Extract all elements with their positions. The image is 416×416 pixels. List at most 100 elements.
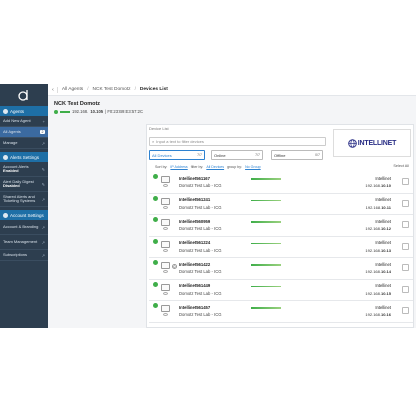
device-status — [152, 217, 159, 222]
device-ip-prefix: 192.168. — [365, 312, 381, 317]
agent-title: NCK Test Domotz — [54, 101, 101, 107]
device-name[interactable]: Intellinet560959 — [179, 219, 210, 224]
sidebar-item-team-management[interactable]: Team Management ↗ — [0, 235, 48, 250]
select-all-toggle[interactable]: Select All — [393, 164, 409, 168]
device-row[interactable]: 0 Intellinet561422 Domotz Test Lab - ICG… — [149, 258, 413, 280]
device-name[interactable]: Intellinet561457 — [179, 305, 210, 310]
device-ip-suffix: 10.10 — [380, 183, 391, 188]
sort-by-link[interactable]: IP Address — [170, 165, 187, 169]
group-by-link[interactable]: No Group — [245, 165, 261, 169]
breadcrumb-separator: / — [87, 87, 89, 92]
sidebar-item-subscriptions[interactable]: Subscriptions ↗ — [0, 250, 48, 261]
device-name[interactable]: Intellinet561241 — [179, 197, 210, 202]
breadcrumb: ‹ All Agents / NCK Test Domotz / Devices… — [48, 84, 416, 96]
device-name[interactable]: Intellinet561167 — [179, 176, 210, 181]
agents-icon — [3, 108, 8, 114]
device-filter-input[interactable]: ⌕ Input a text to filter devices — [149, 137, 326, 146]
domotz-logo[interactable] — [0, 84, 48, 106]
device-vendor: Intellinet — [375, 261, 391, 267]
breadcrumb-all-agents[interactable]: All Agents — [62, 87, 83, 92]
device-vendor: Intellinet — [375, 175, 391, 181]
device-row[interactable]: Intellinet561241 Domotz Test Lab - ICG I… — [149, 193, 413, 215]
signal-bar — [251, 242, 281, 249]
sidebar-item-all-agents[interactable]: All Agents 2 — [0, 127, 48, 138]
filter-by-link[interactable]: All Devices — [206, 165, 224, 169]
device-row[interactable]: Intellinet561457 Domotz Test Lab - ICG I… — [149, 301, 413, 323]
device-select-checkbox[interactable] — [402, 221, 409, 228]
signal-bar — [251, 285, 281, 292]
agents-count-badge: 2 — [40, 130, 45, 134]
device-name[interactable]: Intellinet561449 — [179, 283, 210, 288]
external-link-icon: ↗ — [41, 140, 45, 146]
sidebar-item-label: Shared Alerts and Ticketing Systems — [3, 193, 36, 203]
offline-label: Offline — [274, 152, 286, 158]
device-select-checkbox[interactable] — [402, 307, 409, 314]
online-status-icon — [153, 260, 158, 265]
device-vendor: Intellinet — [375, 240, 391, 245]
device-base-icon — [163, 184, 168, 187]
offline-select[interactable]: Offline 0/7 — [271, 150, 323, 160]
device-type-icon — [161, 262, 170, 269]
device-row[interactable]: Intellinet561167 Domotz Test Lab - ICG I… — [149, 172, 413, 194]
online-status-icon — [153, 303, 158, 308]
agent-network-info: 192.168. 10.105 | F0:23:B9:E3:57:2C — [54, 109, 143, 114]
filter-placeholder: Input a text to filter devices — [156, 139, 204, 144]
device-row[interactable]: Intellinet560959 Domotz Test Lab - ICG I… — [149, 215, 413, 237]
device-status — [152, 195, 159, 201]
sidebar-item-manage[interactable]: Manage ↗ — [0, 138, 48, 149]
device-type-icon — [161, 176, 170, 183]
sidebar-item-label: Team Management — [3, 238, 38, 244]
plus-icon: + — [42, 118, 45, 124]
device-select-checkbox[interactable] — [402, 242, 409, 250]
device-base-icon — [163, 313, 168, 316]
sidebar-item-alert-digest[interactable]: Alert Daily Digest Disabled ✎ — [0, 177, 48, 192]
device-select-checkbox[interactable] — [402, 285, 409, 293]
brand-logo: INTELLINET — [333, 129, 411, 157]
alerts-section-label: Alerts Settings — [10, 154, 40, 160]
device-site: Domotz Test Lab - ICG — [179, 290, 222, 296]
device-row[interactable]: Intellinet561224 Domotz Test Lab - ICG I… — [149, 236, 413, 258]
signal-bar — [251, 220, 281, 227]
external-link-icon: ↗ — [41, 239, 45, 245]
signal-bar — [251, 263, 281, 270]
device-list-title: Device List — [149, 126, 169, 131]
device-ip-suffix: 10.12 — [380, 226, 391, 231]
device-base-icon — [163, 227, 168, 230]
sidebar-item-shared-alerts[interactable]: Shared Alerts and Ticketing Systems ↗ — [0, 192, 48, 207]
signal-line — [251, 221, 281, 223]
agents-section-label: Agents — [10, 108, 25, 114]
device-ip-prefix: 192.168. — [365, 183, 381, 188]
agent-ip-prefix: 192.168. — [72, 109, 89, 114]
device-row[interactable]: Intellinet561449 Domotz Test Lab - ICG I… — [149, 279, 413, 301]
device-select-checkbox[interactable] — [402, 199, 409, 207]
account-icon — [3, 212, 8, 218]
device-select-checkbox[interactable] — [402, 178, 409, 185]
device-base-icon — [163, 270, 168, 273]
importance-icon: 0 — [172, 264, 177, 269]
search-icon: ⌕ — [152, 139, 155, 144]
device-base-icon — [163, 291, 168, 295]
back-chevron-icon[interactable]: ‹ — [52, 86, 58, 93]
device-status — [152, 238, 159, 244]
device-vendor: Intellinet — [375, 218, 391, 224]
sort-filter-bar: Sort by: IP Address filter by: All Devic… — [155, 165, 261, 169]
device-vendor: Intellinet — [375, 283, 391, 288]
breadcrumb-agent[interactable]: NCK Test Domotz — [93, 87, 131, 92]
device-name[interactable]: Intellinet561422 — [179, 262, 210, 267]
device-site: Domotz Test Lab - ICG — [179, 269, 222, 274]
all-devices-select[interactable]: All Devices 7/7 — [149, 150, 205, 160]
device-site: Domotz Test Lab - ICG — [179, 183, 222, 188]
device-select-checkbox[interactable] — [402, 264, 409, 271]
device-ip-suffix: 10.14 — [380, 269, 391, 274]
device-site: Domotz Test Lab - ICG — [179, 247, 222, 253]
signal-line — [251, 178, 281, 180]
device-name[interactable]: Intellinet561224 — [179, 240, 210, 245]
sidebar-item-add-agent[interactable]: Add New Agent + — [0, 116, 48, 127]
device-ip: 192.168.10.10 — [365, 183, 391, 188]
sidebar-item-account-branding[interactable]: Account & Branding ↗ — [0, 220, 48, 235]
online-select[interactable]: Online 7/7 — [211, 150, 263, 160]
device-ip-prefix: 192.168. — [365, 290, 381, 296]
sidebar-item-account-alerts[interactable]: Account Alerts Enabled ✎ — [0, 162, 48, 177]
alert-digest-status: Disabled — [3, 183, 20, 188]
agent-ip-suffix: 10.105 — [90, 109, 104, 114]
